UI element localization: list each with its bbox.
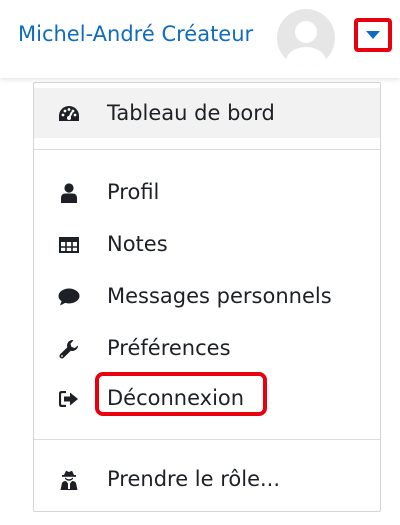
menu-item-dashboard[interactable]: Tableau de bord bbox=[34, 88, 380, 138]
highlight-box bbox=[95, 372, 267, 416]
user-menu-toggle-button[interactable] bbox=[354, 18, 392, 52]
menu-divider bbox=[34, 149, 380, 150]
menu-item-label: Messages personnels bbox=[107, 284, 332, 308]
comment-icon bbox=[58, 286, 80, 308]
menu-item-profil[interactable]: Profil bbox=[34, 167, 380, 217]
menu-item-notes[interactable]: Notes bbox=[34, 219, 380, 269]
menu-divider bbox=[34, 439, 380, 440]
caret-down-icon bbox=[366, 30, 380, 39]
top-navbar: Michel-André Créateur bbox=[0, 0, 400, 78]
user-icon bbox=[58, 182, 80, 204]
menu-item-messages[interactable]: Messages personnels bbox=[34, 271, 380, 321]
menu-item-label: Prendre le rôle... bbox=[107, 467, 281, 491]
dashboard-icon bbox=[58, 103, 80, 125]
menu-item-label: Profil bbox=[107, 180, 160, 204]
menu-item-label: Notes bbox=[107, 232, 168, 256]
menu-item-logout[interactable]: Déconnexion bbox=[34, 372, 380, 423]
menu-item-switch-role[interactable]: Prendre le rôle... bbox=[34, 454, 380, 504]
table-icon bbox=[58, 234, 80, 256]
menu-item-label: Tableau de bord bbox=[107, 101, 275, 125]
menu-item-preferences[interactable]: Préférences bbox=[34, 323, 380, 373]
user-dropdown-menu: Tableau de bord Profil Notes Messages pe… bbox=[33, 82, 381, 512]
sign-out-icon bbox=[58, 388, 80, 410]
user-name[interactable]: Michel-André Créateur bbox=[18, 22, 253, 46]
wrench-icon bbox=[58, 338, 80, 360]
menu-item-label: Préférences bbox=[107, 336, 231, 360]
user-avatar-icon[interactable] bbox=[277, 9, 335, 67]
user-secret-icon bbox=[58, 469, 80, 491]
